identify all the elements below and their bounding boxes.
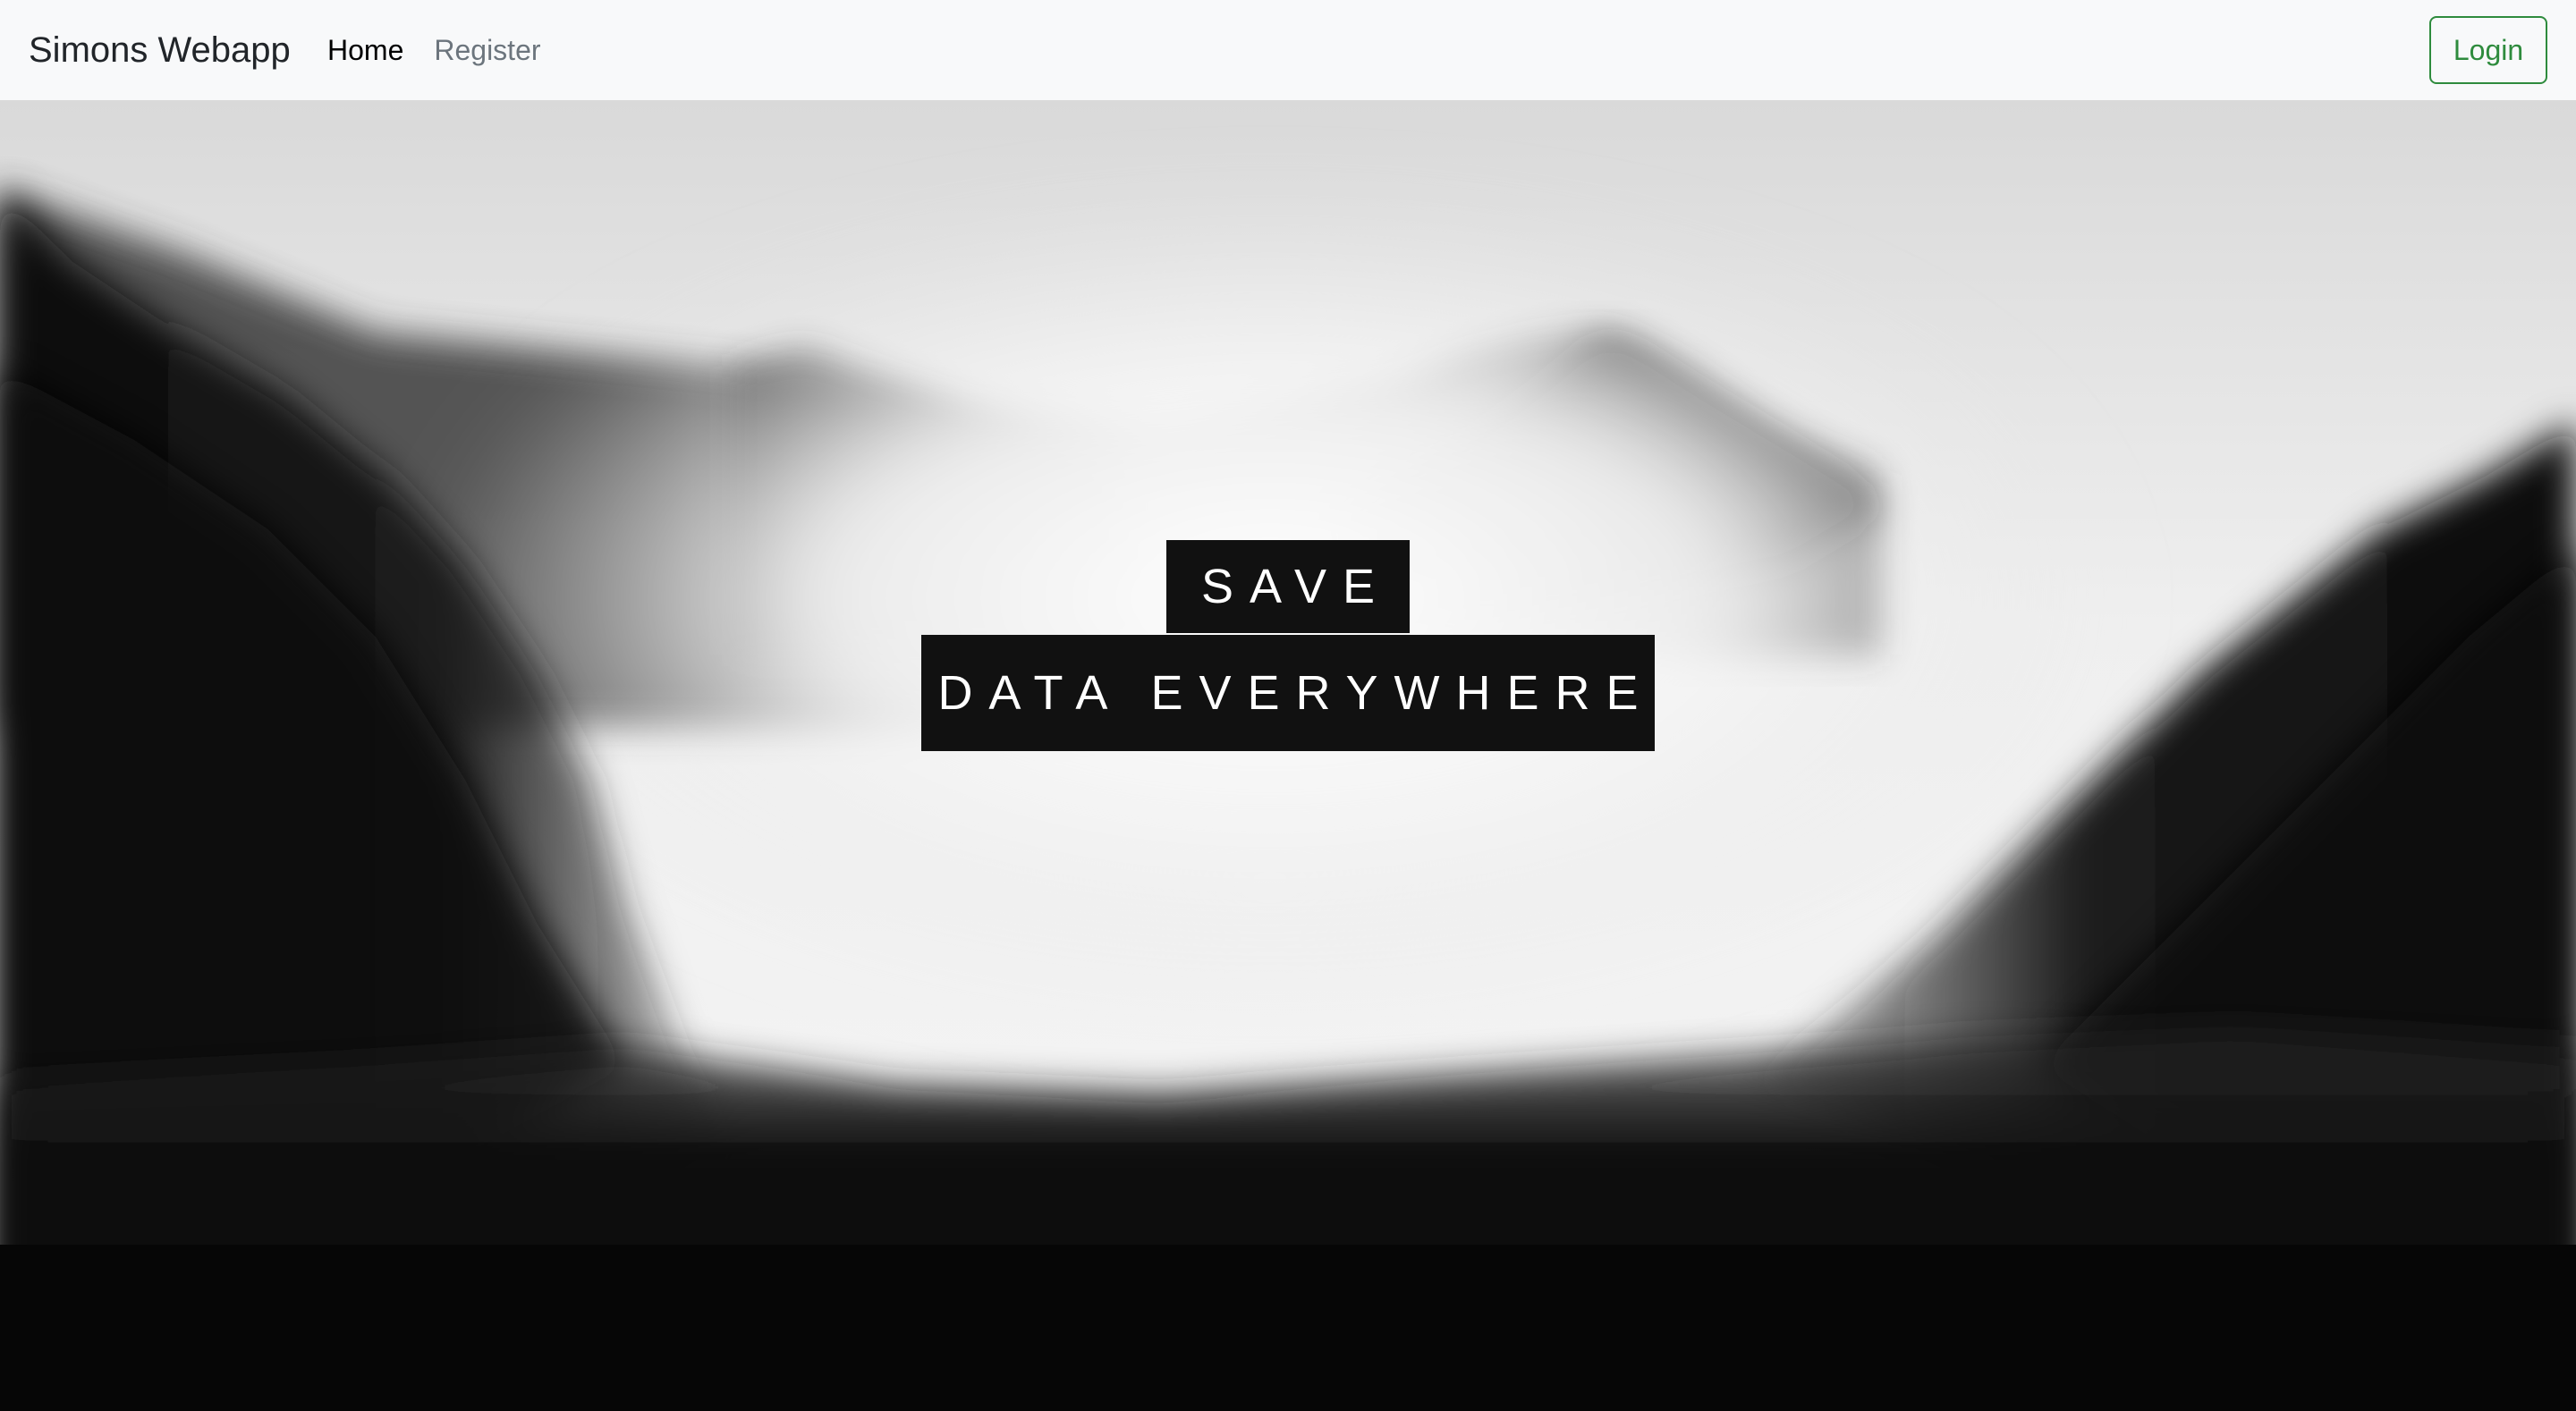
headline-save: SAVE (1166, 540, 1410, 633)
brand-logo-link[interactable]: Simons Webapp (29, 27, 291, 73)
headline-data-everywhere: DATA EVERYWHERE (921, 635, 1655, 751)
top-navbar: Simons Webapp Home Register Login (0, 0, 2576, 100)
hero-headline: SAVE DATA EVERYWHERE (0, 100, 2576, 1411)
nav-links: Home Register (327, 30, 541, 70)
nav-link-home[interactable]: Home (327, 30, 403, 70)
hero-section: SAVE DATA EVERYWHERE (0, 100, 2576, 1411)
nav-link-register[interactable]: Register (434, 30, 540, 70)
login-button[interactable]: Login (2429, 16, 2547, 84)
